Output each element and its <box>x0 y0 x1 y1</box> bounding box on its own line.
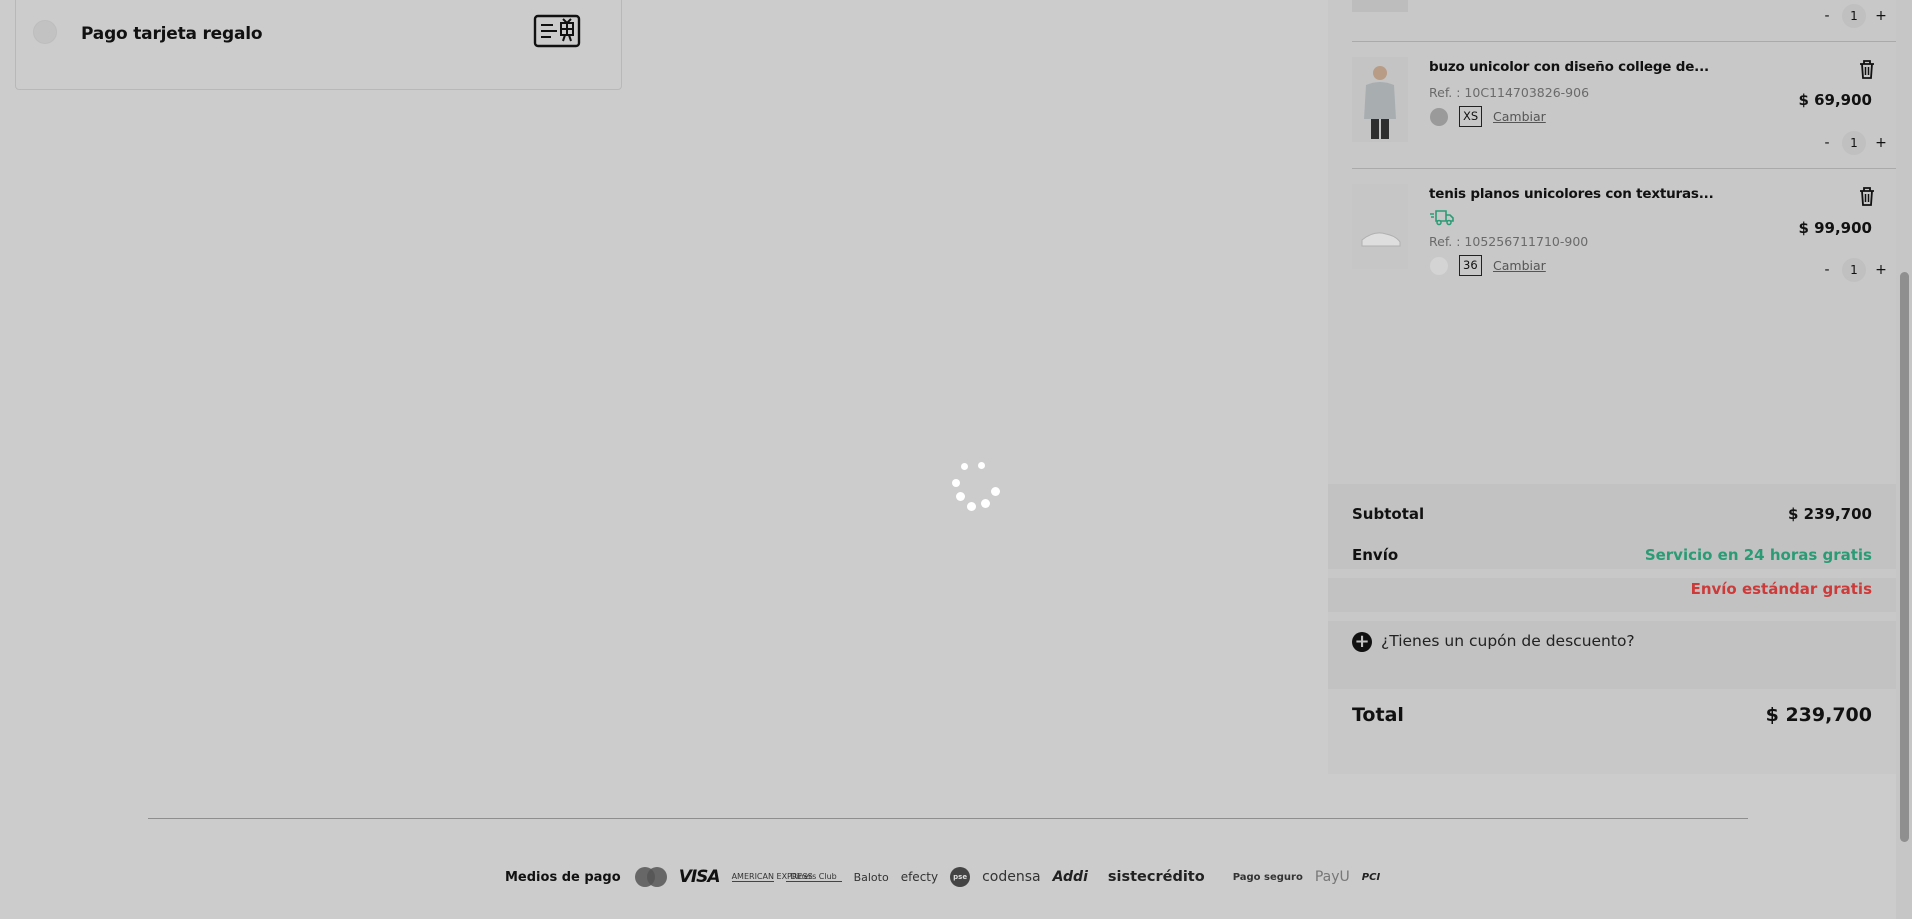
subtotal-value: $ 239,700 <box>1788 505 1872 523</box>
visa-logo: VISA <box>678 867 721 887</box>
product-name[interactable]: buzo unicolor con diseño college de... <box>1429 59 1709 75</box>
express-delivery-truck-icon <box>1430 210 1454 226</box>
product-price: $ 69,900 <box>1798 91 1872 109</box>
change-variant-link[interactable]: Cambiar <box>1493 258 1546 273</box>
product-price: $ 99,900 <box>1798 219 1872 237</box>
decrease-quantity-button[interactable]: - <box>1820 262 1834 278</box>
quantity-stepper[interactable]: - 1 + <box>1820 4 1888 28</box>
plus-circle-icon: + <box>1352 632 1372 652</box>
payu-logo: PayU <box>1314 869 1350 885</box>
addi-logo: Addi <box>1052 869 1088 885</box>
gift-card-radio[interactable] <box>33 20 57 44</box>
payment-methods-label: Medios de pago <box>505 869 621 885</box>
decrease-quantity-button[interactable]: - <box>1820 135 1834 151</box>
gift-card-payment-option[interactable]: Pago tarjeta regalo <box>15 0 622 90</box>
summary-block: Subtotal $ 239,700 Envío Servicio en 24 … <box>1328 484 1896 569</box>
product-image[interactable] <box>1352 57 1408 142</box>
increase-quantity-button[interactable]: + <box>1874 262 1888 278</box>
color-swatch <box>1430 108 1448 126</box>
increase-quantity-button[interactable]: + <box>1874 8 1888 24</box>
product-ref: Ref. : 105256711710-900 <box>1429 234 1589 249</box>
total-label: Total <box>1352 704 1404 726</box>
trash-icon[interactable] <box>1858 59 1876 79</box>
gift-card-icon <box>533 14 581 48</box>
product-image <box>1352 0 1408 12</box>
decrease-quantity-button[interactable]: - <box>1820 8 1834 24</box>
product-ref: Ref. : 10C114703826-906 <box>1429 85 1590 100</box>
product-image[interactable] <box>1352 184 1408 269</box>
divider <box>1352 168 1896 169</box>
efecty-logo: efecty <box>900 870 939 884</box>
codensa-logo: codensa <box>982 869 1041 885</box>
baloto-logo: Baloto <box>853 870 889 884</box>
scrollbar-thumb[interactable] <box>1900 272 1909 842</box>
standard-shipping-row: Envío estándar gratis <box>1328 578 1896 612</box>
mastercard-logo <box>634 867 667 887</box>
size-badge: XS <box>1459 106 1483 127</box>
quantity-value: 1 <box>1842 131 1866 155</box>
quantity-value: 1 <box>1842 258 1866 282</box>
order-summary-panel: - 1 + buzo unicolor con diseño college d… <box>1328 0 1896 774</box>
quantity-value: 1 <box>1842 4 1866 28</box>
amex-logo: AMERICAN EXPRESS <box>731 871 813 882</box>
shipping-label: Envío <box>1352 546 1399 564</box>
total-value: $ 239,700 <box>1765 704 1872 726</box>
coupon-toggle[interactable]: + ¿Tienes un cupón de descuento? <box>1328 621 1896 689</box>
color-swatch <box>1430 257 1448 275</box>
diners-club-logo: Diners Club <box>785 872 842 882</box>
pci-logo: PCI <box>1361 871 1381 883</box>
gift-card-label: Pago tarjeta regalo <box>81 24 263 44</box>
payment-methods-footer: Medios de pago VISA AMERICAN EXPRESS Din… <box>505 864 1380 890</box>
coupon-label: ¿Tienes un cupón de descuento? <box>1381 632 1635 650</box>
size-badge: 36 <box>1459 255 1482 276</box>
quantity-stepper[interactable]: - 1 + <box>1820 131 1888 155</box>
footer-divider <box>148 818 1748 819</box>
loading-spinner-icon <box>945 459 1001 515</box>
quantity-stepper[interactable]: - 1 + <box>1820 258 1888 282</box>
secure-payment-label: Pago seguro <box>1232 871 1303 883</box>
shipping-standard-value: Envío estándar gratis <box>1690 580 1872 598</box>
increase-quantity-button[interactable]: + <box>1874 135 1888 151</box>
trash-icon[interactable] <box>1858 186 1876 206</box>
pse-logo: pse <box>950 867 971 887</box>
subtotal-label: Subtotal <box>1352 505 1425 523</box>
shipping-express-value: Servicio en 24 horas gratis <box>1644 546 1872 564</box>
sistecredito-logo: sistecrédito <box>1107 869 1205 885</box>
change-variant-link[interactable]: Cambiar <box>1493 109 1546 124</box>
product-name[interactable]: tenis planos unicolores con texturas... <box>1429 186 1714 202</box>
divider <box>1352 41 1896 42</box>
